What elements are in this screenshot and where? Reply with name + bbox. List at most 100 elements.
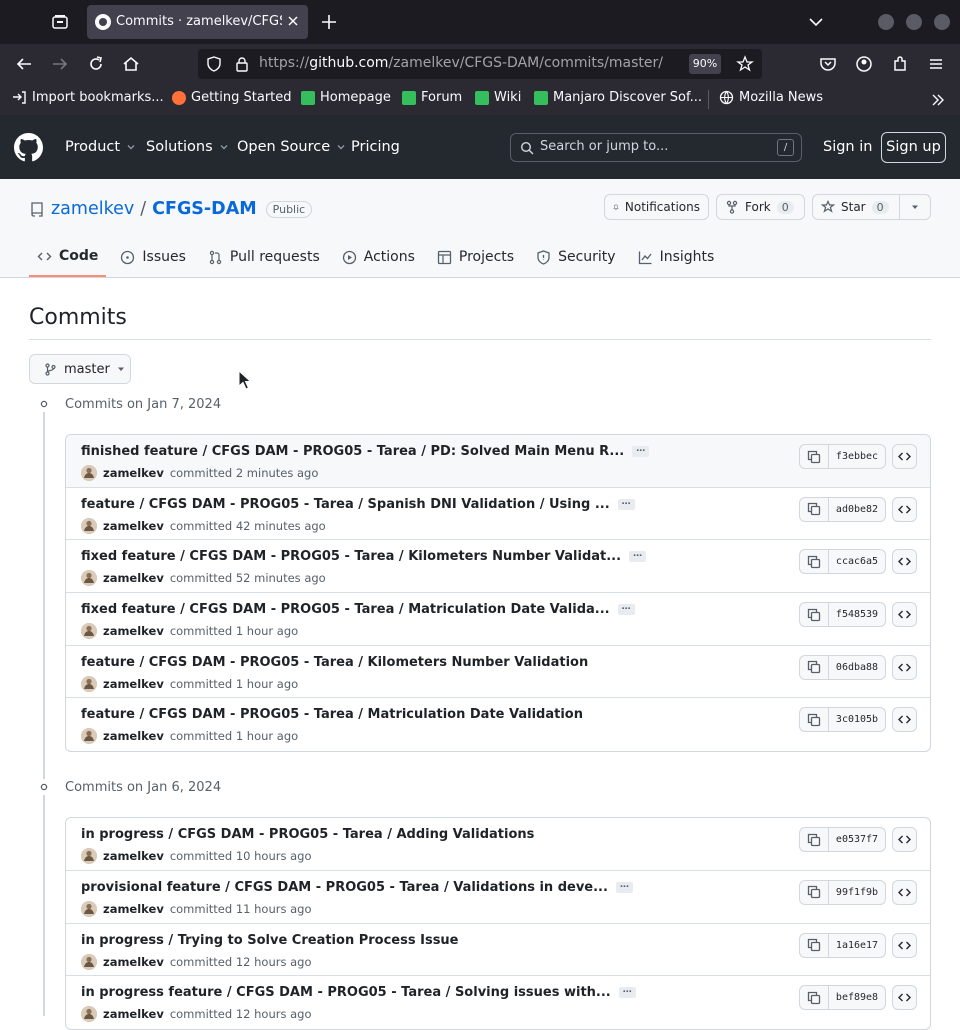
copy-sha-button[interactable]	[800, 655, 829, 679]
menu-icon[interactable]	[927, 55, 945, 73]
commit-author-link[interactable]: zamelkev	[103, 519, 164, 533]
commit-author-link[interactable]: zamelkev	[103, 729, 164, 743]
home-icon[interactable]	[122, 55, 140, 73]
expand-message-button[interactable]: …	[615, 880, 633, 893]
commit-author-link[interactable]: zamelkev	[103, 849, 164, 863]
commit-message-link[interactable]: finished feature / CFGS DAM - PROG05 - T…	[81, 444, 624, 459]
commit-sha-link[interactable]: e0537f7	[829, 828, 885, 851]
new-tab-icon[interactable]	[320, 13, 338, 31]
expand-message-button[interactable]: …	[617, 497, 635, 510]
avatar[interactable]	[81, 953, 97, 970]
commit-author-link[interactable]: zamelkev	[103, 955, 164, 969]
bookmark-star-icon[interactable]	[736, 55, 754, 73]
commit-sha-link[interactable]: f3ebbec	[829, 445, 885, 468]
close-window-icon[interactable]	[934, 14, 950, 30]
commit-author-link[interactable]: zamelkev	[103, 902, 164, 916]
commit-message-link[interactable]: in progress feature / CFGS DAM - PROG05 …	[81, 985, 611, 1000]
commit-sha-link[interactable]: 99f1f9b	[829, 881, 885, 904]
address-bar[interactable]: https://github.com/zamelkev/CFGS-DAM/com…	[198, 49, 762, 79]
commit-sha-link[interactable]: 1a16e17	[829, 934, 885, 957]
bookmark-wiki[interactable]: Wiki	[475, 90, 521, 105]
lock-icon[interactable]	[234, 56, 250, 72]
avatar[interactable]	[81, 728, 97, 745]
repo-name-link[interactable]: CFGS-DAM	[152, 199, 257, 219]
commit-author-link[interactable]: zamelkev	[103, 677, 164, 691]
commit-author-link[interactable]: zamelkev	[103, 624, 164, 638]
repo-owner-link[interactable]: zamelkev	[51, 199, 134, 219]
bookmarks-overflow-icon[interactable]	[930, 92, 946, 108]
commit-author-link[interactable]: zamelkev	[103, 466, 164, 480]
commit-message-link[interactable]: in progress / Trying to Solve Creation P…	[81, 933, 459, 948]
bookmark-import[interactable]: Import bookmarks...	[12, 90, 164, 105]
tab-insights[interactable]: Insights	[630, 241, 723, 273]
browse-repo-button[interactable]	[892, 654, 917, 680]
commit-sha-link[interactable]: 06dba88	[829, 656, 885, 679]
pocket-icon[interactable]	[819, 55, 837, 73]
browse-repo-button[interactable]	[892, 602, 917, 628]
copy-sha-button[interactable]	[800, 986, 829, 1010]
nav-product[interactable]: Product	[65, 139, 136, 155]
nav-solutions[interactable]: Solutions	[146, 139, 229, 155]
copy-sha-button[interactable]	[800, 603, 829, 627]
expand-message-button[interactable]: …	[629, 550, 647, 563]
notifications-button[interactable]: Notifications	[604, 194, 709, 220]
github-logo-icon[interactable]	[14, 133, 43, 162]
tab-security[interactable]: Security	[528, 241, 624, 273]
expand-message-button[interactable]: …	[617, 603, 635, 616]
browse-repo-button[interactable]	[892, 827, 917, 853]
close-tab-icon[interactable]	[286, 14, 300, 28]
commit-author-link[interactable]: zamelkev	[103, 571, 164, 585]
commit-message-link[interactable]: feature / CFGS DAM - PROG05 - Tarea / Ki…	[81, 655, 588, 670]
expand-message-button[interactable]: …	[618, 986, 636, 999]
avatar[interactable]	[81, 465, 97, 481]
copy-sha-button[interactable]	[800, 445, 829, 468]
commit-sha-link[interactable]: 3c0105b	[829, 708, 885, 731]
shield-icon[interactable]	[206, 56, 222, 72]
sign-up-button[interactable]: Sign up	[881, 132, 946, 163]
tab-issues[interactable]: Issues	[112, 241, 194, 273]
copy-sha-button[interactable]	[800, 933, 829, 957]
bookmark-mozilla-news[interactable]: Mozilla News	[719, 90, 823, 105]
nav-pricing[interactable]: Pricing	[351, 139, 400, 155]
avatar[interactable]	[81, 570, 97, 587]
avatar[interactable]	[81, 517, 97, 534]
tab-projects[interactable]: Projects	[429, 241, 522, 273]
back-icon[interactable]	[15, 55, 33, 73]
avatar[interactable]	[81, 900, 97, 917]
bookmark-homepage[interactable]: Homepage	[301, 90, 391, 105]
browse-repo-button[interactable]	[892, 496, 917, 522]
bookmark-getting-started[interactable]: Getting Started	[172, 90, 292, 105]
maximize-window-icon[interactable]	[906, 14, 922, 30]
avatar[interactable]	[81, 1006, 97, 1023]
tab-pull-requests[interactable]: Pull requests	[200, 241, 328, 273]
browse-repo-button[interactable]	[892, 444, 917, 469]
commit-sha-link[interactable]: ad0be82	[829, 498, 885, 521]
commit-message-link[interactable]: fixed feature / CFGS DAM - PROG05 - Tare…	[81, 602, 610, 617]
commit-message-link[interactable]: provisional feature / CFGS DAM - PROG05 …	[81, 880, 608, 895]
sign-in-link[interactable]: Sign in	[823, 139, 872, 155]
expand-message-button[interactable]: …	[632, 445, 650, 457]
avatar[interactable]	[81, 675, 97, 692]
nav-open-source[interactable]: Open Source	[237, 139, 346, 155]
zoom-level[interactable]: 90%	[689, 54, 721, 74]
tab-code[interactable]: Code	[29, 241, 107, 277]
bookmark-manjaro-discover[interactable]: Manjaro Discover Sof...	[534, 90, 702, 105]
browse-repo-button[interactable]	[892, 932, 917, 958]
copy-sha-button[interactable]	[800, 880, 829, 904]
star-lists-dropdown[interactable]	[899, 194, 931, 220]
copy-sha-button[interactable]	[800, 550, 829, 574]
commit-message-link[interactable]: in progress / CFGS DAM - PROG05 - Tarea …	[81, 827, 534, 842]
avatar[interactable]	[81, 848, 97, 865]
commit-sha-link[interactable]: bef89e8	[829, 986, 885, 1009]
commit-message-link[interactable]: fixed feature / CFGS DAM - PROG05 - Tare…	[81, 549, 621, 564]
fork-button[interactable]: Fork 0	[716, 194, 805, 220]
list-tabs-icon[interactable]	[807, 13, 825, 31]
copy-sha-button[interactable]	[800, 828, 829, 852]
browser-tab-active[interactable]: Commits · zamelkev/CFGS-DAM	[87, 5, 308, 39]
bookmark-forum[interactable]: Forum	[402, 90, 462, 105]
copy-sha-button[interactable]	[800, 497, 829, 521]
browse-repo-button[interactable]	[892, 549, 917, 575]
commit-sha-link[interactable]: f548539	[829, 603, 885, 626]
avatar[interactable]	[81, 623, 97, 640]
browse-repo-button[interactable]	[892, 985, 917, 1011]
